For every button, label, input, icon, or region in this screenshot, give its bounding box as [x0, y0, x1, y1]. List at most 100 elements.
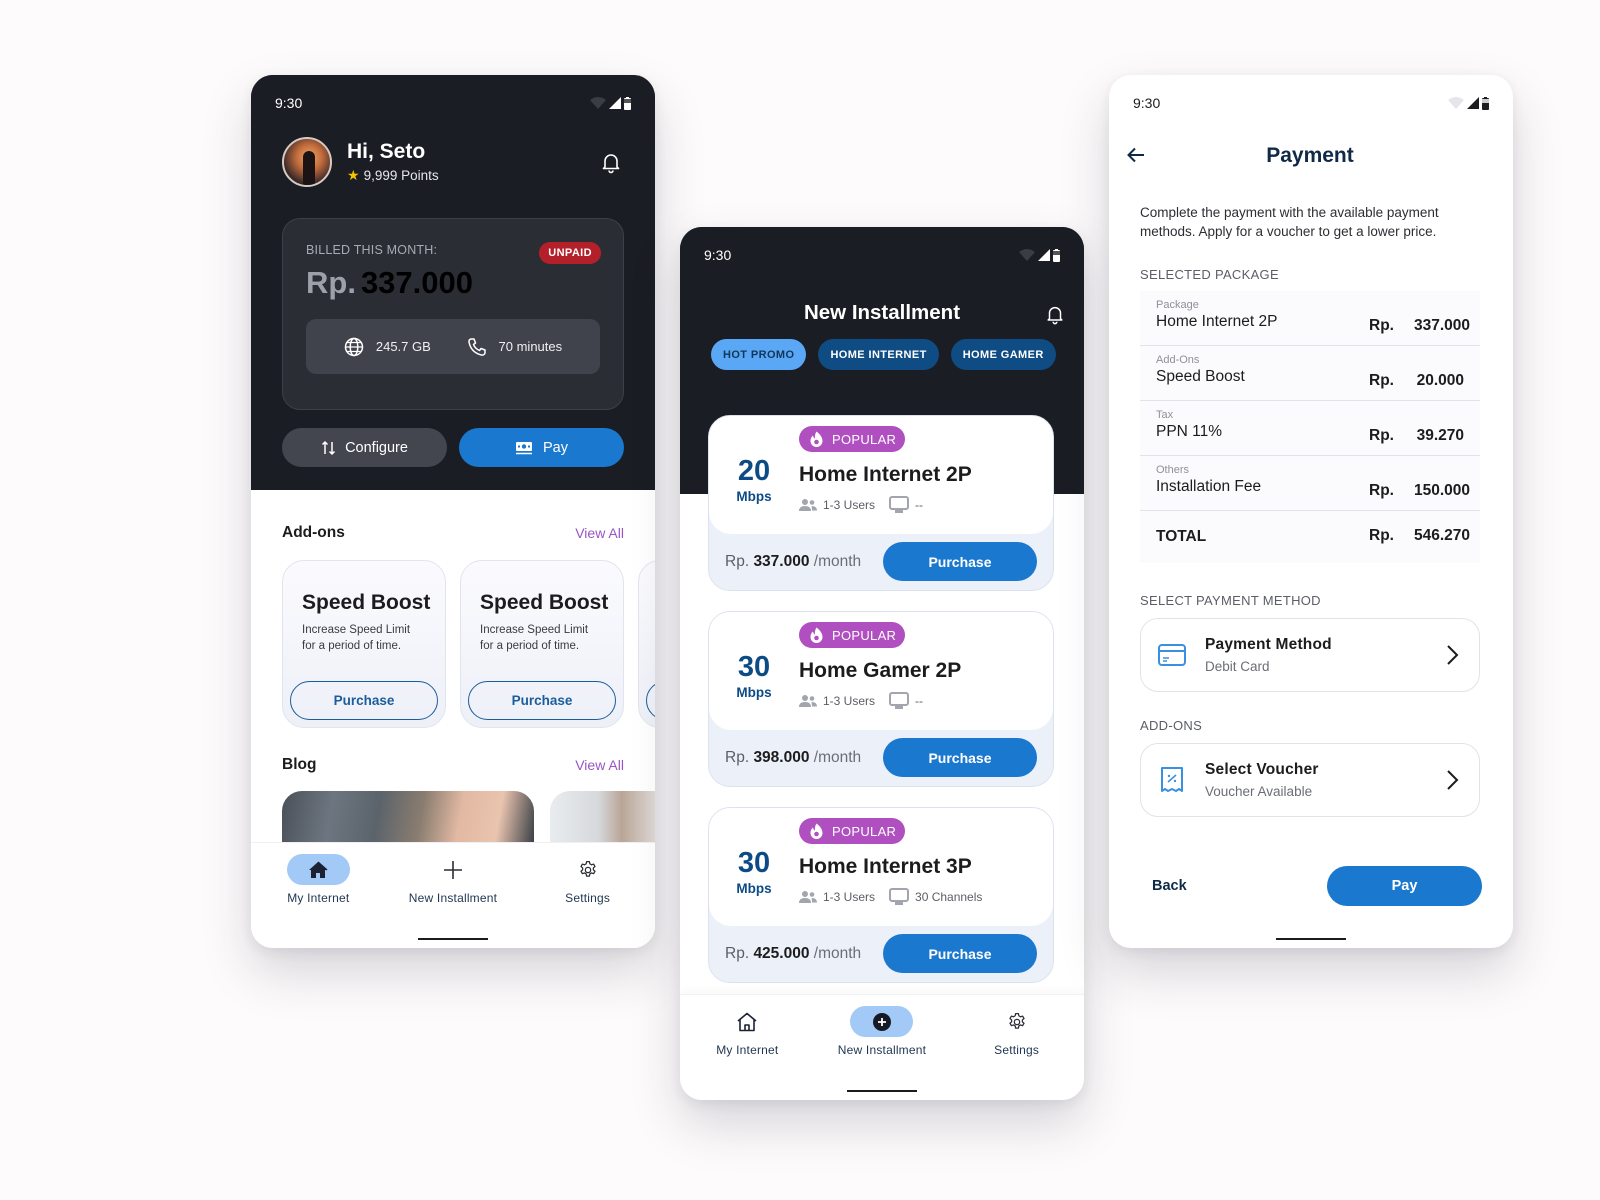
nav-item-my-internet[interactable]: My Internet — [258, 854, 378, 948]
gear-icon — [580, 860, 596, 877]
summary-currency: Rp. — [1369, 317, 1394, 334]
summary-category: Others — [1156, 464, 1190, 476]
blog-image[interactable] — [282, 791, 534, 843]
nav-item-my-internet[interactable]: My Internet — [687, 1006, 807, 1100]
addon-card: Speed Boost Increase Speed Limit for a pe… — [282, 560, 446, 728]
bill-currency: Rp. — [306, 265, 356, 300]
flame-icon — [810, 431, 823, 447]
chip-hot-promo[interactable]: HOT PROMO — [711, 339, 807, 370]
data-usage-value: 245.7 GB — [375, 339, 431, 354]
popular-badge: POPULAR — [799, 818, 906, 844]
popular-badge: POPULAR — [799, 622, 906, 648]
addon-purchase-button[interactable]: Purchase — [468, 681, 616, 720]
profile-header: Hi, Seto ★ 9,999 Points — [251, 131, 655, 187]
avatar[interactable] — [282, 137, 332, 187]
bell-icon[interactable] — [599, 150, 623, 174]
wifi-icon — [1019, 249, 1035, 261]
price-currency: Rp. — [725, 944, 750, 962]
summary-category: Tax — [1156, 409, 1174, 421]
page-title: Payment — [1266, 144, 1354, 167]
plan-name: Home Internet 2P — [799, 463, 972, 486]
payment-method-value: Debit Card — [1205, 659, 1270, 674]
signal-icon — [1467, 97, 1479, 109]
addons-title: Add-ons — [282, 524, 345, 541]
nav-item-new-installment[interactable]: New Installment — [822, 1006, 942, 1100]
purchase-button[interactable]: Purchase — [883, 738, 1037, 777]
plan-users: 1-3 Users — [799, 890, 875, 904]
nav-label: Settings — [994, 1043, 1040, 1057]
payment-description: Complete the payment with the available … — [1140, 205, 1439, 239]
plan-users-value: 1-3 Users — [823, 890, 876, 904]
addon-description: Increase Speed Limit for a period of time… — [469, 622, 615, 654]
addons-view-all-link[interactable]: View All — [575, 525, 624, 541]
purchase-button[interactable]: Purchase — [883, 542, 1037, 581]
addons-carousel[interactable]: Speed Boost Increase Speed Limit for a pe… — [251, 560, 655, 728]
greeting: Hi, Seto — [347, 140, 426, 163]
page-title: New Installment — [803, 301, 961, 324]
bottom-nav: My Internet New Installment Settings — [251, 842, 655, 948]
popular-badge: POPULAR — [799, 426, 906, 452]
voucher-selector[interactable]: Select Voucher Voucher Available — [1140, 743, 1480, 817]
purchase-button[interactable]: Purchase — [883, 934, 1037, 973]
price-value: 337.000 — [753, 552, 810, 570]
data-usage: 245.7 GB — [344, 337, 431, 357]
bill-card: BILLED THIS MONTH: UNPAID Rp. 337.000 245… — [282, 218, 624, 410]
cash-icon — [516, 441, 532, 454]
nav-item-new-installment[interactable]: New Installment — [393, 854, 513, 948]
pay-button[interactable]: Pay — [459, 428, 624, 467]
voucher-title: Select Voucher — [1205, 761, 1319, 778]
status-icons — [590, 96, 631, 110]
bell-icon[interactable] — [1044, 303, 1066, 325]
blog-view-all-link[interactable]: View All — [575, 757, 624, 773]
chevron-right-icon — [1447, 645, 1459, 665]
blog-image[interactable] — [550, 791, 655, 843]
summary-currency: Rp. — [1369, 372, 1394, 389]
payment-method-selector[interactable]: Payment Method Debit Card — [1140, 618, 1480, 692]
tv-icon — [889, 496, 910, 513]
plus-icon — [443, 860, 462, 879]
plan-channels-value: 30 Channels — [915, 890, 983, 904]
plan-users: 1-3 Users — [799, 694, 875, 708]
status-bar: 9:30 — [1109, 75, 1513, 131]
summary-category: Add-Ons — [1156, 354, 1200, 366]
tv-icon — [889, 692, 910, 709]
status-icons — [1019, 248, 1060, 262]
blog-header: Blog View All — [251, 756, 655, 774]
chip-home-gamer[interactable]: HOME GAMER — [950, 339, 1056, 370]
speed-unit: Mbps — [736, 881, 772, 896]
nav-label: Settings — [565, 891, 611, 905]
plan-name: Home Internet 3P — [799, 855, 972, 878]
chip-home-internet[interactable]: HOME INTERNET — [818, 339, 939, 370]
summary-currency: Rp. — [1369, 427, 1394, 444]
star-icon: ★ — [347, 167, 360, 183]
flame-icon — [810, 627, 823, 643]
addon-purchase-button[interactable] — [646, 681, 655, 720]
speed-value: 30 — [737, 847, 771, 879]
battery-icon — [1053, 248, 1060, 262]
plan-channels: -- — [889, 692, 923, 710]
payment-method-label: SELECT PAYMENT METHOD — [1140, 593, 1321, 608]
nav-item-settings[interactable]: Settings — [528, 854, 648, 948]
plan-speed: 30 Mbps — [709, 818, 799, 926]
speed-unit: Mbps — [736, 685, 772, 700]
phone-icon — [467, 337, 486, 356]
globe-icon — [344, 337, 364, 356]
addon-title: Speed Boost — [480, 591, 609, 614]
plan-price: Rp. 425.000 /month — [725, 945, 861, 963]
addon-desc-line: Increase Speed Limit — [480, 624, 589, 636]
back-arrow-icon[interactable] — [1126, 145, 1146, 165]
blog-carousel[interactable] — [251, 791, 655, 843]
status-time: 9:30 — [275, 95, 303, 111]
configure-button[interactable]: Configure — [282, 428, 447, 467]
swap-arrows-icon — [322, 440, 336, 455]
addon-purchase-button[interactable]: Purchase — [290, 681, 438, 720]
nav-label: My Internet — [287, 891, 350, 905]
pay-button[interactable]: Pay — [1327, 866, 1482, 906]
status-bar: 9:30 — [680, 227, 1084, 283]
nav-item-settings[interactable]: Settings — [957, 1006, 1077, 1100]
price-value: 425.000 — [753, 944, 810, 962]
plan-card: 30 Mbps POPULAR Home Internet 3P 1-3 Use… — [708, 807, 1054, 983]
gesture-bar — [847, 1090, 917, 1092]
back-button[interactable]: Back — [1152, 878, 1187, 894]
plan-card: 30 Mbps POPULAR Home Gamer 2P 1-3 Users — [708, 611, 1054, 787]
